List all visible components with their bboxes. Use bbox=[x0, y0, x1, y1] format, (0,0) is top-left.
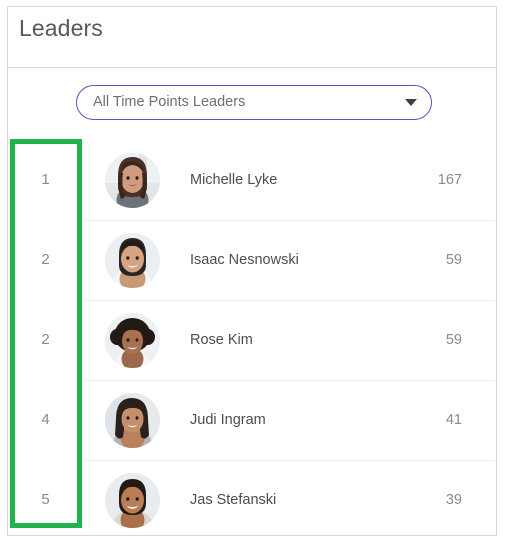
leaderboard-filter-dropdown[interactable]: All Time Points Leaders bbox=[76, 85, 432, 120]
rank-cell: 5 bbox=[41, 491, 50, 508]
rank-cell: 2 bbox=[41, 251, 50, 268]
points-value: 167 bbox=[437, 172, 462, 188]
table-row[interactable]: 2 Rose Kim 59 bbox=[8, 300, 496, 380]
avatar bbox=[105, 393, 160, 448]
filter-zone: All Time Points Leaders bbox=[8, 68, 496, 140]
points-value: 41 bbox=[445, 412, 462, 428]
leaderboard-list: 1 Michelle Lyke 167 2 Isaac Nesnowski 59… bbox=[8, 140, 496, 535]
avatar bbox=[105, 153, 160, 208]
leader-name: Rose Kim bbox=[190, 332, 253, 348]
leaderboard-filter-value: All Time Points Leaders bbox=[93, 94, 246, 110]
table-row[interactable]: 5 Jas Stefanski 39 bbox=[8, 460, 496, 535]
card-header: Leaders bbox=[8, 7, 496, 68]
points-value: 59 bbox=[445, 252, 462, 268]
leaders-card: Leaders All Time Points Leaders 1 Michel… bbox=[7, 6, 497, 536]
points-value: 59 bbox=[445, 332, 462, 348]
leader-name: Isaac Nesnowski bbox=[190, 252, 299, 268]
rank-cell: 1 bbox=[41, 171, 50, 188]
chevron-down-icon bbox=[405, 99, 417, 106]
table-row[interactable]: 4 Judi Ingram 41 bbox=[8, 380, 496, 460]
leader-name: Michelle Lyke bbox=[190, 172, 278, 188]
avatar bbox=[105, 233, 160, 288]
table-row[interactable]: 2 Isaac Nesnowski 59 bbox=[8, 220, 496, 300]
table-row[interactable]: 1 Michelle Lyke 167 bbox=[8, 140, 496, 220]
points-value: 39 bbox=[445, 492, 462, 508]
rank-cell: 2 bbox=[41, 331, 50, 348]
rank-cell: 4 bbox=[41, 411, 50, 428]
avatar bbox=[105, 473, 160, 528]
page-title: Leaders bbox=[19, 15, 103, 41]
leader-name: Jas Stefanski bbox=[190, 492, 277, 508]
leader-name: Judi Ingram bbox=[190, 412, 266, 428]
avatar bbox=[105, 313, 160, 368]
